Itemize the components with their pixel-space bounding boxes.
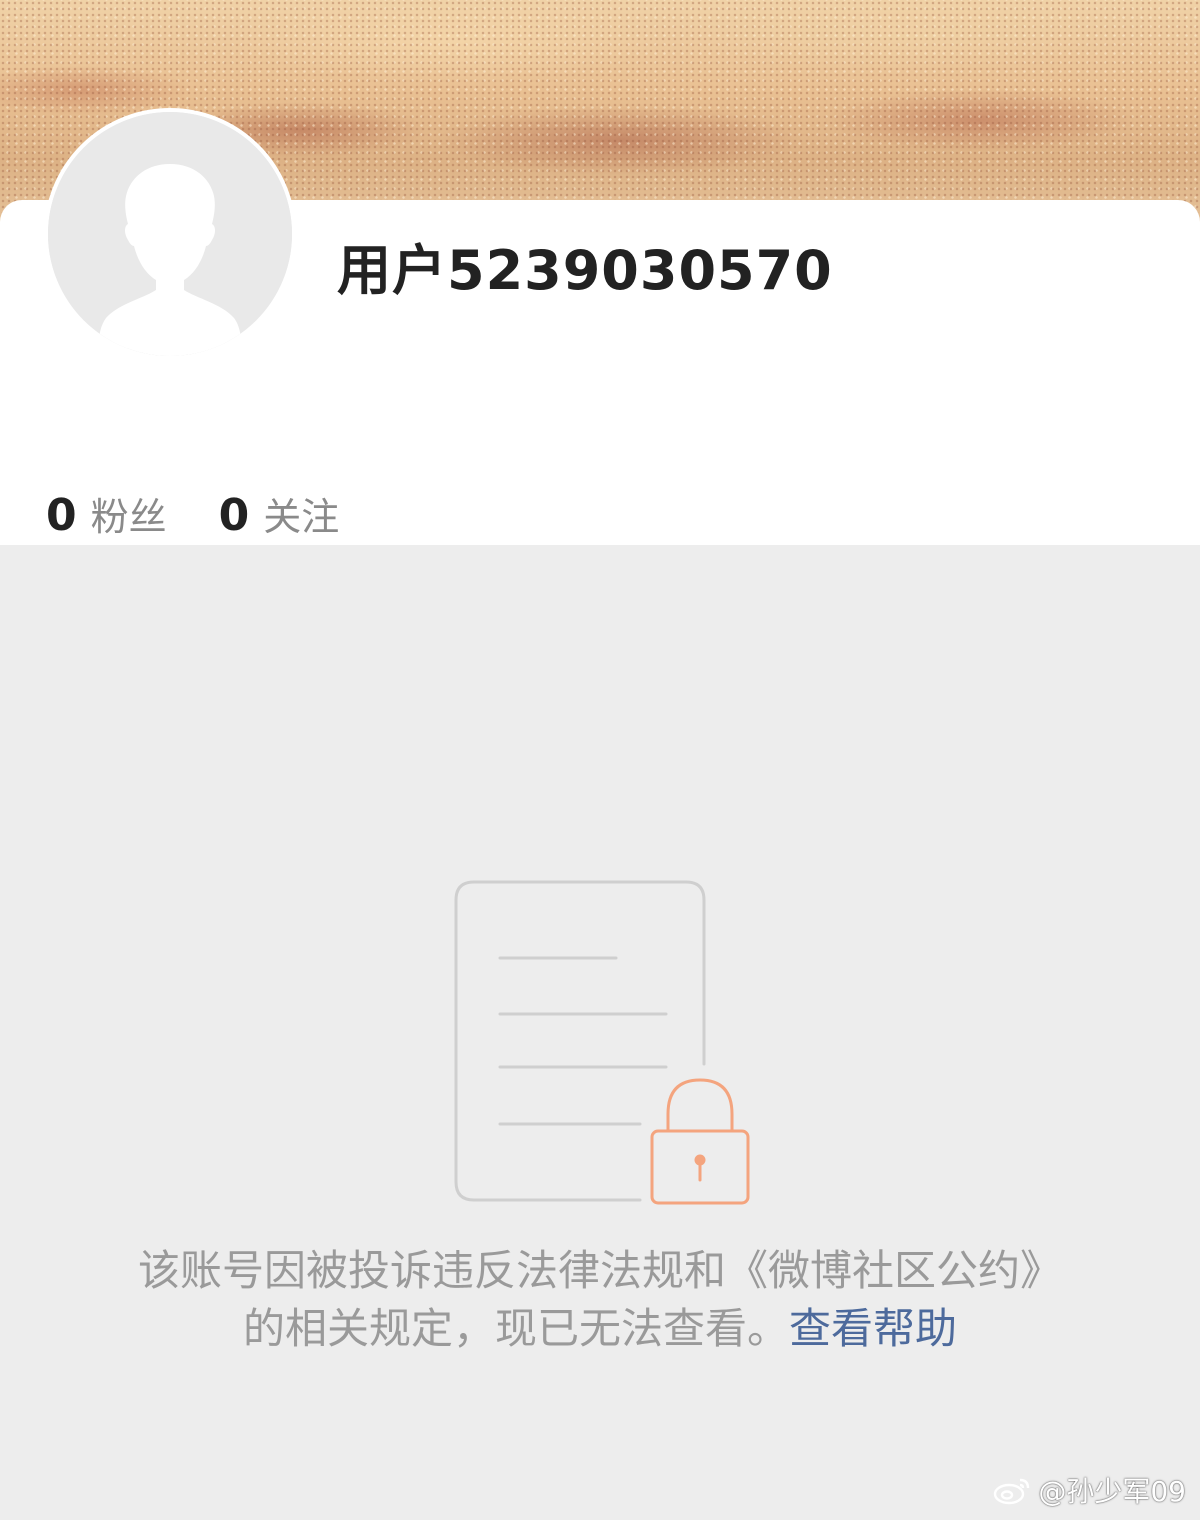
followers-stat[interactable]: 0 粉丝 [46,486,167,541]
following-stat[interactable]: 0 关注 [219,486,340,541]
avatar[interactable] [44,108,296,360]
document-icon [454,880,706,1202]
weibo-logo-icon [994,1478,1030,1505]
followers-label: 粉丝 [90,495,167,539]
following-label: 关注 [263,495,340,539]
help-link[interactable]: 查看帮助 [789,1304,957,1353]
account-blocked-notice: 该账号因被投诉违反法律法规和《微博社区公约》的相关规定，现已无法查看。查看帮助 [120,1242,1080,1358]
lock-icon [650,1078,750,1205]
default-avatar-icon [48,112,292,356]
locked-document-illustration [450,878,760,1210]
watermark-text: @孙少军09 [1038,1475,1186,1508]
profile-stats: 0 粉丝 0 关注 [46,486,339,541]
profile-page: 用户5239030570 0 粉丝 0 关注 该账号因被投诉违反法律法规和《微博… [0,0,1200,1520]
watermark: @孙少军09 [992,1470,1186,1510]
following-count: 0 [218,490,250,541]
username: 用户5239030570 [337,239,833,302]
followers-count: 0 [46,490,77,541]
